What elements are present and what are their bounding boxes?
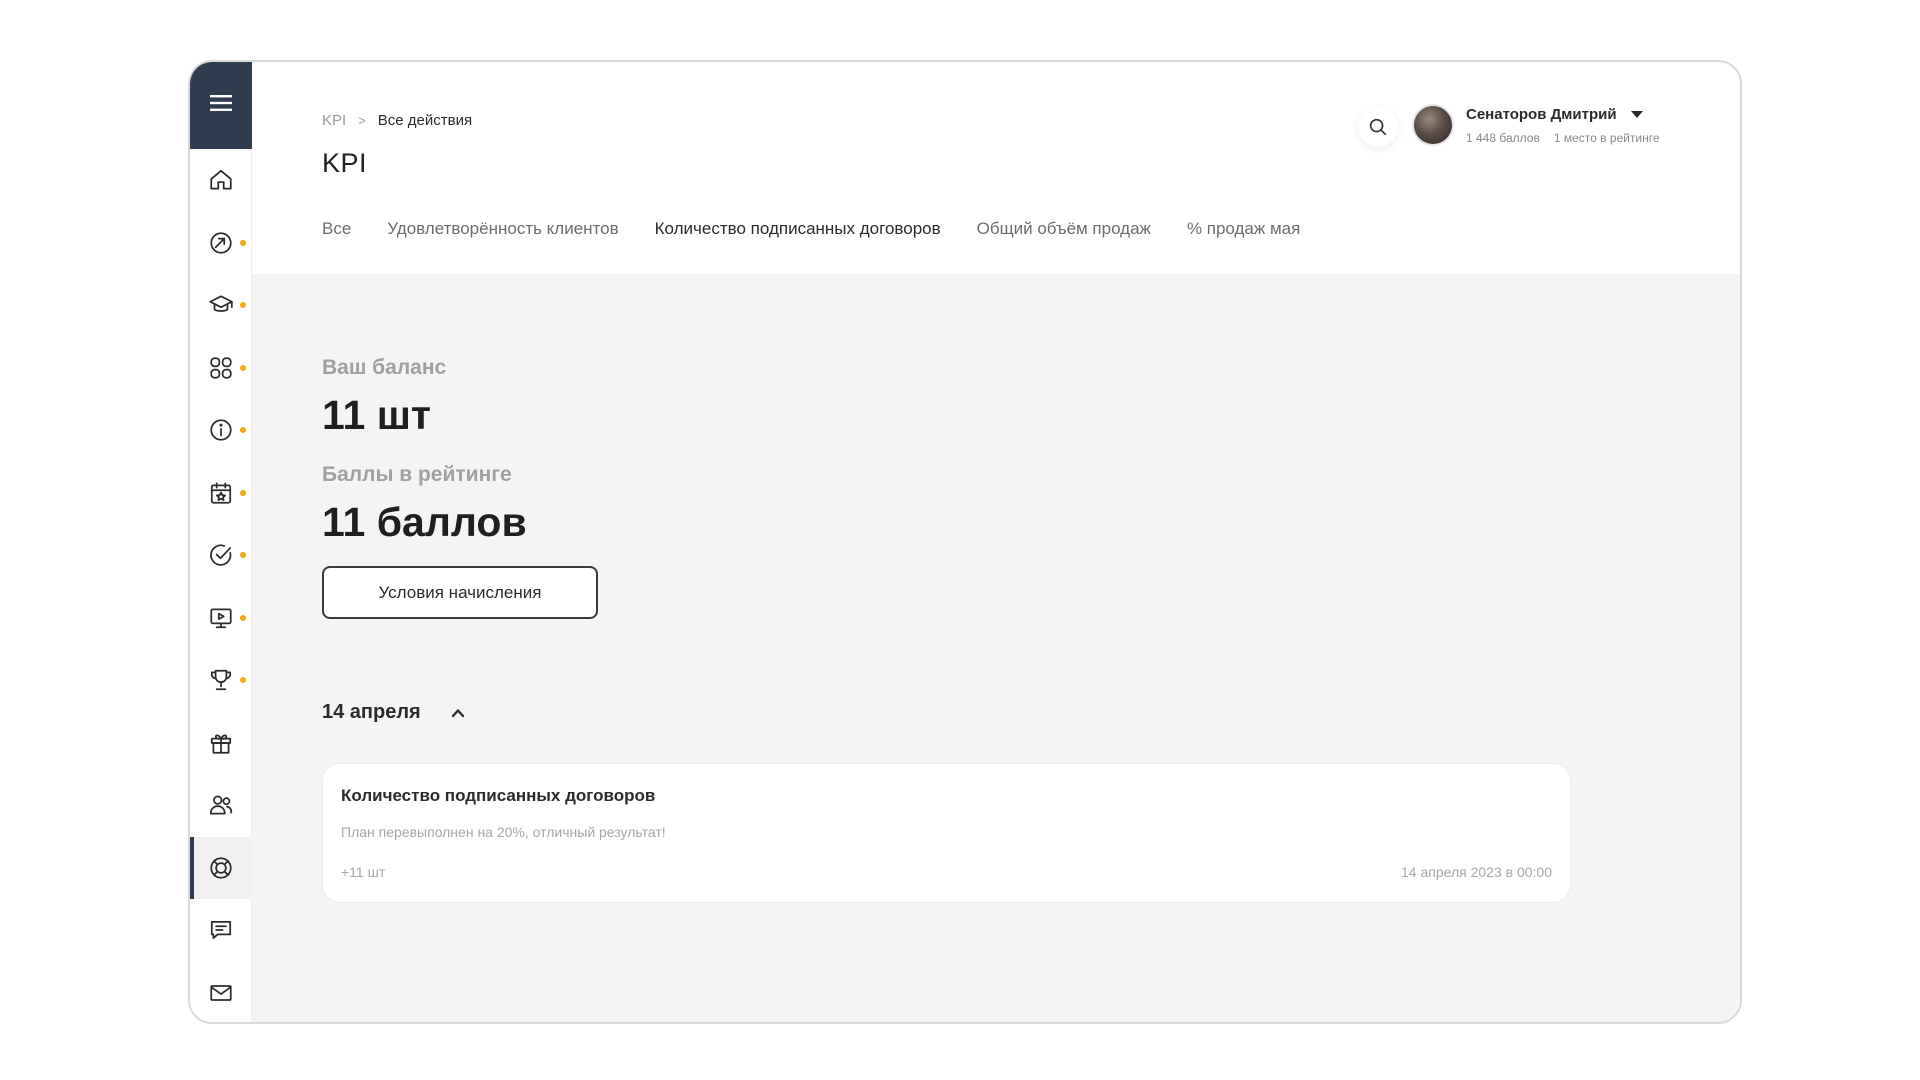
activity-amount: +11 шт — [341, 864, 386, 880]
notification-dot — [240, 364, 246, 371]
balance-label: Ваш баланс — [322, 356, 447, 379]
breadcrumb-separator: > — [358, 113, 366, 128]
check-circle-icon — [210, 544, 232, 566]
hamburger-menu-button[interactable] — [190, 62, 252, 149]
info-icon — [210, 419, 232, 441]
activity-date: 14 апреля 2023 в 00:00 — [1401, 864, 1552, 880]
user-name-row: Сенаторов Дмитрий — [1466, 106, 1660, 123]
tab-may-sales-percent[interactable]: % продаж мая — [1187, 219, 1300, 239]
sidebar-item-calendar[interactable] — [190, 462, 252, 525]
sidebar-item-achievements[interactable] — [190, 649, 252, 712]
app-window: KPI > Все действия KPI Все Удовлетворённ… — [188, 60, 1742, 1024]
sidebar-nav — [190, 149, 252, 1023]
notification-dot — [240, 489, 246, 496]
sidebar-item-gifts[interactable] — [190, 712, 252, 775]
avatar — [1412, 104, 1454, 146]
sidebar-item-kpi[interactable] — [190, 836, 252, 899]
home-icon — [210, 170, 232, 190]
notification-dot — [240, 614, 246, 621]
sidebar-item-video[interactable] — [190, 587, 252, 650]
rating-points-value: 11 баллов — [322, 499, 527, 545]
chevron-down-icon[interactable] — [1630, 111, 1643, 118]
breadcrumb: KPI > Все действия — [322, 112, 472, 129]
notification-dot — [240, 239, 246, 246]
page-title: KPI — [322, 148, 368, 178]
date-group-label: 14 апреля — [322, 701, 421, 723]
sidebar-item-education[interactable] — [190, 274, 252, 337]
accrual-conditions-button[interactable]: Условия начисления — [322, 566, 598, 619]
video-screen-icon — [210, 608, 232, 628]
main-content: Ваш баланс 11 шт Баллы в рейтинге 11 бал… — [252, 274, 1740, 1022]
kpi-target-icon — [210, 857, 232, 879]
activity-card[interactable]: Количество подписанных договоров План пе… — [322, 763, 1571, 903]
user-points: 1 448 баллов — [1466, 131, 1540, 145]
search-icon — [1369, 118, 1387, 136]
breadcrumb-link-kpi[interactable]: KPI — [322, 112, 346, 129]
mail-icon — [210, 984, 232, 1001]
notification-dot — [240, 677, 246, 683]
breadcrumb-current: Все действия — [377, 112, 473, 129]
tab-bar: Все Удовлетворённость клиентов Количеств… — [322, 219, 1300, 239]
page-header: KPI > Все действия KPI Все Удовлетворённ… — [252, 62, 1740, 274]
gift-icon — [210, 734, 232, 754]
user-name: Сенаторов Дмитрий — [1466, 106, 1617, 123]
notification-dot — [240, 302, 246, 308]
sidebar-item-growth[interactable] — [190, 212, 252, 275]
user-info: Сенаторов Дмитрий 1 448 баллов 1 место в… — [1466, 104, 1660, 145]
sidebar-item-home[interactable] — [190, 149, 252, 212]
growth-arrow-icon — [210, 232, 232, 254]
date-group-toggle[interactable]: 14 апреля — [322, 701, 465, 724]
chevron-up-icon — [451, 706, 465, 720]
sidebar-item-tasks[interactable] — [190, 524, 252, 587]
calendar-star-icon — [210, 482, 232, 504]
hamburger-icon — [210, 94, 232, 117]
graduation-cap-icon — [209, 295, 233, 313]
user-stats: 1 448 баллов 1 место в рейтинге — [1466, 131, 1660, 145]
balance-value: 11 шт — [322, 392, 431, 438]
sidebar-item-chat[interactable] — [190, 899, 252, 962]
trophy-icon — [210, 670, 232, 691]
user-menu[interactable]: Сенаторов Дмитрий 1 448 баллов 1 место в… — [1412, 104, 1660, 146]
search-button[interactable] — [1358, 107, 1398, 147]
notification-dot — [240, 427, 246, 433]
rating-points-label: Баллы в рейтинге — [322, 463, 512, 486]
user-rank: 1 место в рейтинге — [1553, 131, 1660, 145]
sidebar — [190, 62, 252, 1022]
tab-customer-satisfaction[interactable]: Удовлетворённость клиентов — [387, 219, 618, 239]
sidebar-item-mail[interactable] — [190, 962, 252, 1023]
tab-total-sales[interactable]: Общий объём продаж — [977, 219, 1151, 239]
chat-icon — [210, 921, 232, 940]
sidebar-item-info[interactable] — [190, 399, 252, 462]
sidebar-item-users[interactable] — [190, 774, 252, 837]
notification-dot — [240, 552, 246, 558]
tab-all[interactable]: Все — [322, 219, 351, 239]
users-icon — [209, 795, 233, 815]
apps-grid-icon — [210, 357, 232, 379]
tab-signed-contracts[interactable]: Количество подписанных договоров — [655, 219, 941, 239]
activity-description: План перевыполнен на 20%, отличный резул… — [341, 824, 666, 840]
sidebar-item-apps[interactable] — [190, 337, 252, 400]
activity-title: Количество подписанных договоров — [341, 786, 656, 805]
